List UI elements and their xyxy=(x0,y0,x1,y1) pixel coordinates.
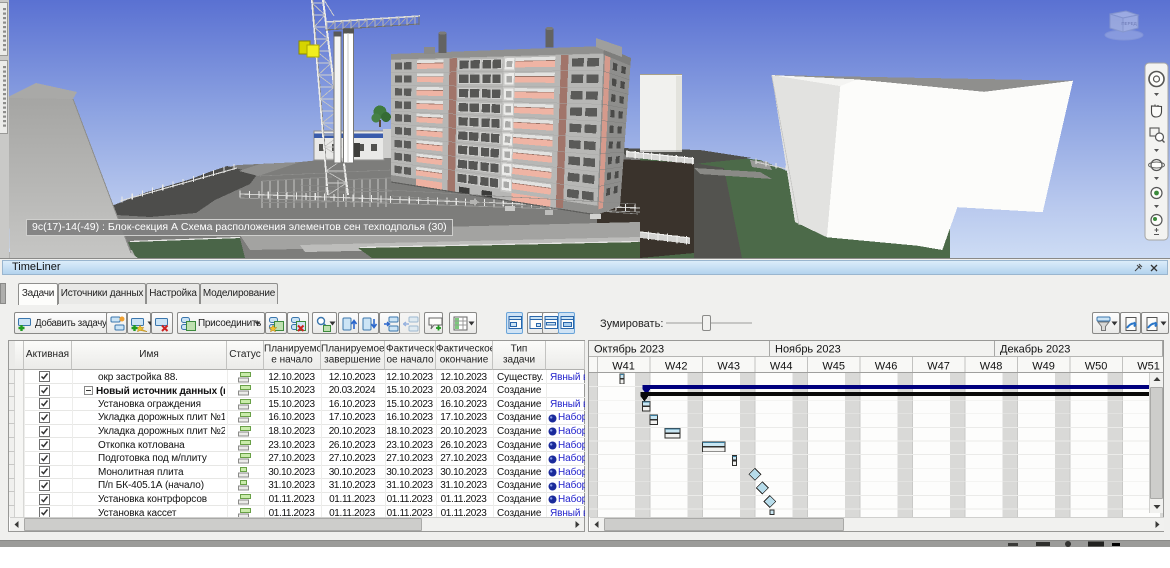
svg-text:ПЕРЕД: ПЕРЕД xyxy=(1121,21,1136,26)
svg-text:W47: W47 xyxy=(927,361,950,373)
svg-text:W48: W48 xyxy=(980,361,1003,373)
svg-text:W41: W41 xyxy=(612,361,635,373)
svg-text:W45: W45 xyxy=(822,361,845,373)
svg-text:Октябрь 2023: Октябрь 2023 xyxy=(594,344,664,356)
svg-text:W43: W43 xyxy=(717,361,740,373)
svg-text:Ноябрь 2023: Ноябрь 2023 xyxy=(775,344,841,356)
svg-text:W46: W46 xyxy=(875,361,898,373)
svg-text:W44: W44 xyxy=(770,361,793,373)
svg-text:W50: W50 xyxy=(1085,361,1108,373)
svg-text:Декабрь 2023: Декабрь 2023 xyxy=(1000,344,1070,356)
svg-text:W49: W49 xyxy=(1032,361,1055,373)
svg-text:W42: W42 xyxy=(665,361,688,373)
svg-text:W51: W51 xyxy=(1137,361,1160,373)
